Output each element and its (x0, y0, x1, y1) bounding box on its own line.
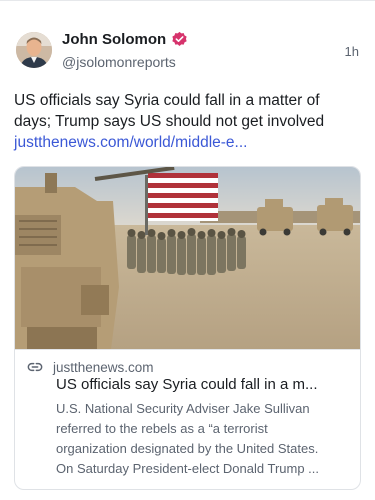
post-text-line-1: US officials say Syria could fall in a m… (14, 92, 320, 109)
card-domain: justthenews.com (53, 359, 154, 375)
post-timestamp[interactable]: 1h (345, 44, 359, 59)
card-description-line: On Saturday President-elect Donald Trump… (56, 461, 320, 476)
link-preview-card[interactable]: justthenews.com US officials say Syria c… (14, 166, 361, 490)
link-icon (27, 362, 43, 372)
card-description-line: organization designated by the United St… (56, 441, 319, 456)
avatar-image (16, 32, 52, 68)
avatar[interactable] (16, 32, 52, 68)
author-name-text: John Solomon (62, 31, 167, 48)
card-domain-row: justthenews.com (27, 359, 154, 375)
verified-badge-icon (172, 31, 187, 46)
post-link[interactable]: justthenews.com/world/middle-e... (14, 132, 364, 153)
card-image[interactable] (15, 167, 360, 349)
card-description: U.S. National Security Adviser Jake Sull… (56, 399, 354, 479)
post-text-line-2: days; Trump says US should not get invol… (14, 113, 325, 130)
post[interactable]: John Solomon @jsolomonreports 1h US offi… (0, 0, 375, 500)
post-body: US officials say Syria could fall in a m… (14, 90, 364, 153)
card-description-line: U.S. National Security Adviser Jake Sull… (56, 401, 310, 416)
author-name[interactable]: John Solomon (62, 31, 188, 48)
author-handle[interactable]: @jsolomonreports (62, 54, 176, 70)
card-title[interactable]: US officials say Syria could fall in a m… (56, 376, 351, 393)
card-description-line: referred to the rebels as a “a terrorist (56, 421, 268, 436)
card-divider (15, 349, 360, 350)
